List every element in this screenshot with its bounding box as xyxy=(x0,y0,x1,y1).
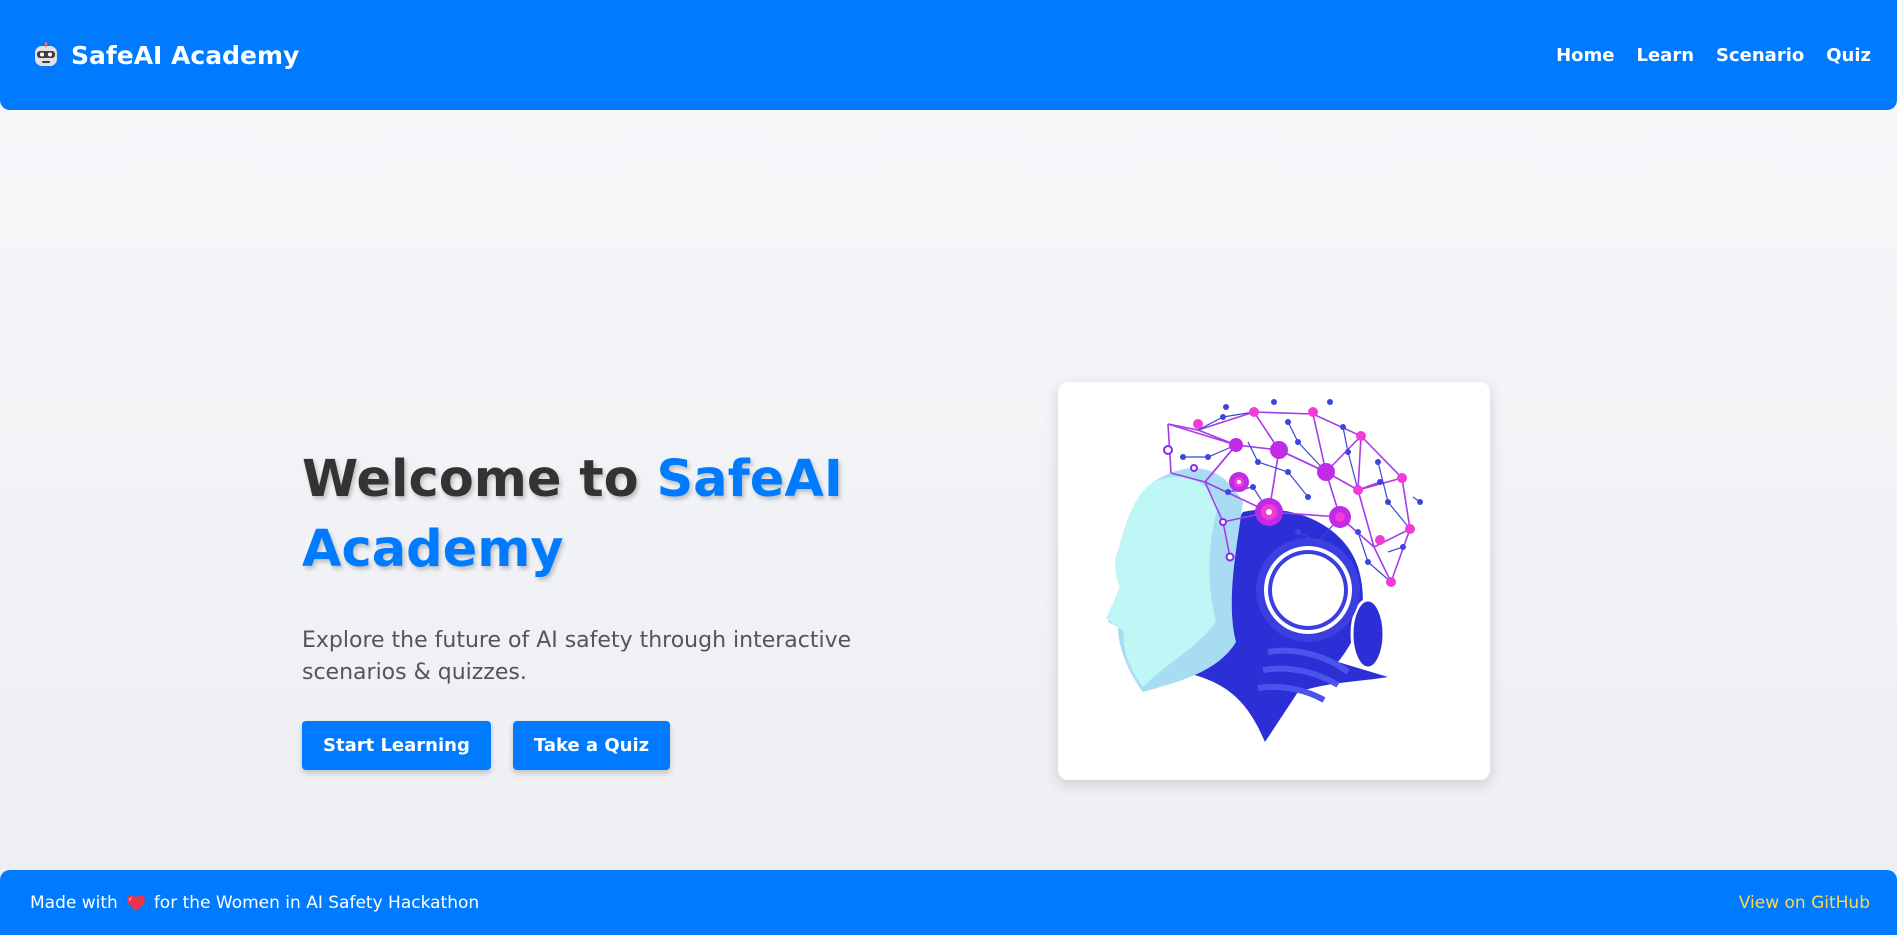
dedication-text: for the Women in AI Safety Hackathon xyxy=(153,892,480,913)
heart-icon xyxy=(126,894,145,911)
github-link[interactable]: View on GitHub xyxy=(1739,893,1870,913)
brand-name: SafeAI Academy xyxy=(71,40,300,70)
hero-section: Welcome to SafeAI Academy Explore the fu… xyxy=(302,445,962,770)
nav-link-learn[interactable]: Learn xyxy=(1637,45,1695,66)
start-learning-button[interactable]: Start Learning xyxy=(302,721,491,770)
nav-link-scenario[interactable]: Scenario xyxy=(1716,45,1804,66)
footer-credit: Made with for the Women in AI Safety Hac… xyxy=(30,893,479,913)
ai-head-illustration xyxy=(1106,399,1423,742)
footer: Made with for the Women in AI Safety Hac… xyxy=(0,870,1897,935)
hero-subtitle: Explore the future of AI safety through … xyxy=(302,628,852,685)
made-with-text: Made with xyxy=(30,892,118,913)
robot-icon xyxy=(35,42,57,66)
take-quiz-button[interactable]: Take a Quiz xyxy=(512,721,671,770)
nav-link-quiz[interactable]: Quiz xyxy=(1826,45,1871,66)
cta-row: Start Learning Take a Quiz xyxy=(302,721,962,770)
headline-prefix: Welcome to xyxy=(302,450,657,509)
navbar: SafeAI Academy Home Learn Scenario Quiz xyxy=(0,0,1897,110)
hero-image-card xyxy=(1058,382,1490,780)
brand[interactable]: SafeAI Academy xyxy=(32,41,299,70)
nav-link-home[interactable]: Home xyxy=(1556,45,1614,66)
nav-links: Home Learn Scenario Quiz xyxy=(1556,45,1871,66)
hero-headline: Welcome to SafeAI Academy xyxy=(302,445,962,585)
